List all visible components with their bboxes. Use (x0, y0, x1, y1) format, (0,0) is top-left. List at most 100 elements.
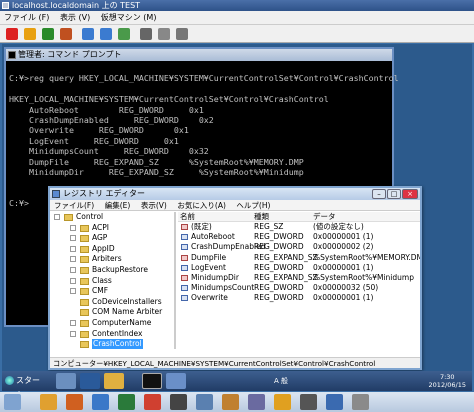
expand-icon[interactable] (70, 245, 76, 252)
column-name[interactable]: 名前 (180, 212, 195, 222)
maximize-button[interactable]: □ (387, 189, 401, 199)
tree-item[interactable]: CoDeviceInstallers (50, 297, 174, 308)
tree-item[interactable]: CMF (50, 286, 174, 297)
menu-vm[interactable]: 仮想マシン (M) (97, 11, 161, 25)
expand-icon[interactable] (70, 256, 76, 263)
expand-icon[interactable] (70, 277, 76, 284)
pause-icon[interactable] (24, 28, 36, 40)
cmd-line (9, 84, 389, 94)
expand-icon[interactable] (70, 330, 76, 337)
expand-icon[interactable] (70, 224, 76, 231)
tree-item[interactable]: Class (50, 276, 174, 287)
regedit-menu-file[interactable]: ファイル(F) (50, 200, 98, 211)
host-folder-icon[interactable] (40, 394, 57, 410)
start-button[interactable]: スタート (5, 374, 43, 399)
host-window-icon[interactable] (300, 394, 317, 410)
explorer-icon[interactable] (104, 373, 124, 389)
clock[interactable]: 7:30 2012/06/15 (429, 373, 466, 389)
value-row[interactable]: DumpFile REG_EXPAND_SZ %SystemRoot%¥MEMORY… (178, 253, 420, 263)
value-row[interactable]: LogEvent REG_DWORD 0x00000001 (1) (178, 263, 420, 273)
value-name: AutoReboot (191, 232, 235, 242)
host-network-icon[interactable] (196, 394, 213, 410)
taskbar-cmd-icon[interactable] (142, 373, 162, 389)
tree-item[interactable]: Arbiters (50, 254, 174, 265)
tree-item[interactable]: Control (50, 212, 174, 223)
manage-snapshot-icon[interactable] (118, 28, 130, 40)
host-app-icon[interactable] (144, 394, 161, 410)
cmd-line: C:¥>reg query HKEY_LOCAL_MACHINE¥SYSTEM¥… (9, 73, 399, 84)
value-row[interactable]: CrashDumpEnabled REG_DWORD 0x00000002 (2) (178, 242, 420, 252)
regedit-menu-view[interactable]: 表示(V) (137, 200, 171, 211)
tree-item[interactable]: ContentIndex (50, 329, 174, 340)
ime-indicator[interactable]: A 般 (274, 376, 288, 386)
folder-icon (80, 341, 89, 349)
vm-title: localhost.localdomain 上の TEST (12, 1, 141, 10)
host-browser-icon[interactable] (92, 394, 109, 410)
vm-title-bar: localhost.localdomain 上の TEST (0, 0, 474, 11)
binary-value-icon (181, 244, 188, 251)
value-data: 0x00000032 (50) (313, 283, 379, 293)
host-misc-icon[interactable] (352, 394, 369, 410)
registry-tree[interactable]: Control ACPI AGP AppID Arbiters BackupRestore… (50, 212, 176, 349)
value-row[interactable]: Overwrite REG_DWORD 0x00000001 (1) (178, 293, 420, 303)
value-row[interactable]: AutoReboot REG_DWORD 0x00000001 (1) (178, 232, 420, 242)
tree-item[interactable]: ComputerName (50, 318, 174, 329)
expand-icon[interactable] (70, 288, 76, 295)
value-type: REG_DWORD (254, 232, 304, 242)
regedit-menu-favorites[interactable]: お気に入り(A) (173, 200, 229, 211)
value-row[interactable]: MinidumpsCount REG_DWORD 0x00000032 (50) (178, 283, 420, 293)
value-row[interactable]: (既定) REG_SZ (値の設定なし) (178, 222, 420, 232)
host-excel-icon[interactable] (118, 394, 135, 410)
tree-item[interactable]: ACPI (50, 223, 174, 234)
regedit-icon (52, 190, 60, 198)
tree-item-label: Class (92, 275, 112, 285)
column-data[interactable]: データ (313, 212, 336, 222)
vm-menu-bar: ファイル (F) 表示 (V) 仮想マシン (M) (0, 11, 474, 25)
regedit-menu-edit[interactable]: 編集(E) (101, 200, 135, 211)
snapshot-icon[interactable] (82, 28, 94, 40)
menu-view[interactable]: 表示 (V) (56, 11, 94, 25)
value-row[interactable]: MinidumpDir REG_EXPAND_SZ %SystemRoot%¥Min… (178, 273, 420, 283)
cmd-line: Overwrite REG_DWORD 0x1 (9, 125, 189, 136)
regedit-title: レジストリ エディター (63, 189, 145, 198)
tree-item[interactable]: BackupRestore (50, 265, 174, 276)
host-remote-icon[interactable] (248, 394, 265, 410)
expand-icon[interactable] (70, 319, 76, 326)
console-icon[interactable] (140, 28, 152, 40)
expand-icon[interactable] (70, 266, 76, 273)
revert-icon[interactable] (100, 28, 112, 40)
host-media-icon[interactable] (66, 394, 83, 410)
stop-icon[interactable] (6, 28, 18, 40)
collapse-icon[interactable] (54, 214, 60, 220)
server-manager-icon[interactable] (56, 373, 76, 389)
folder-icon (80, 319, 89, 327)
host-terminal-icon[interactable] (170, 394, 187, 410)
reset-icon[interactable] (60, 28, 72, 40)
host-icon-1[interactable] (4, 394, 21, 410)
devices-icon[interactable] (176, 28, 188, 40)
registry-values[interactable]: 名前 種類 データ (既定) REG_SZ (値の設定なし) AutoReboot RE… (178, 212, 420, 349)
tree-item[interactable]: AGP (50, 233, 174, 244)
tree-item[interactable]: CrashControl (50, 339, 174, 349)
tree-item[interactable]: AppID (50, 244, 174, 255)
taskbar-regedit-icon[interactable] (166, 373, 186, 389)
vm-icon (2, 2, 9, 9)
menu-file[interactable]: ファイル (F) (0, 11, 53, 25)
regedit-window[interactable]: レジストリ エディター – □ × ファイル(F) 編集(E) 表示(V) お気… (48, 186, 422, 370)
folder-icon (80, 277, 89, 285)
host-mail-icon[interactable] (326, 394, 343, 410)
status-bar: コンピューター¥HKEY_LOCAL_MACHINE¥SYSTEM¥Curren… (50, 357, 420, 368)
cmd-line (9, 63, 389, 73)
powershell-icon[interactable] (80, 373, 100, 389)
fullscreen-icon[interactable] (158, 28, 170, 40)
regedit-menu-help[interactable]: ヘルプ(H) (232, 200, 274, 211)
play-icon[interactable] (42, 28, 54, 40)
expand-icon[interactable] (70, 235, 76, 242)
value-name: MinidumpDir (191, 272, 239, 282)
minimize-button[interactable]: – (372, 189, 386, 199)
close-button[interactable]: × (402, 189, 418, 199)
column-type[interactable]: 種類 (254, 212, 269, 222)
host-vmware-icon[interactable] (274, 394, 291, 410)
host-tool-icon[interactable] (222, 394, 239, 410)
tree-item[interactable]: COM Name Arbiter (50, 307, 174, 318)
